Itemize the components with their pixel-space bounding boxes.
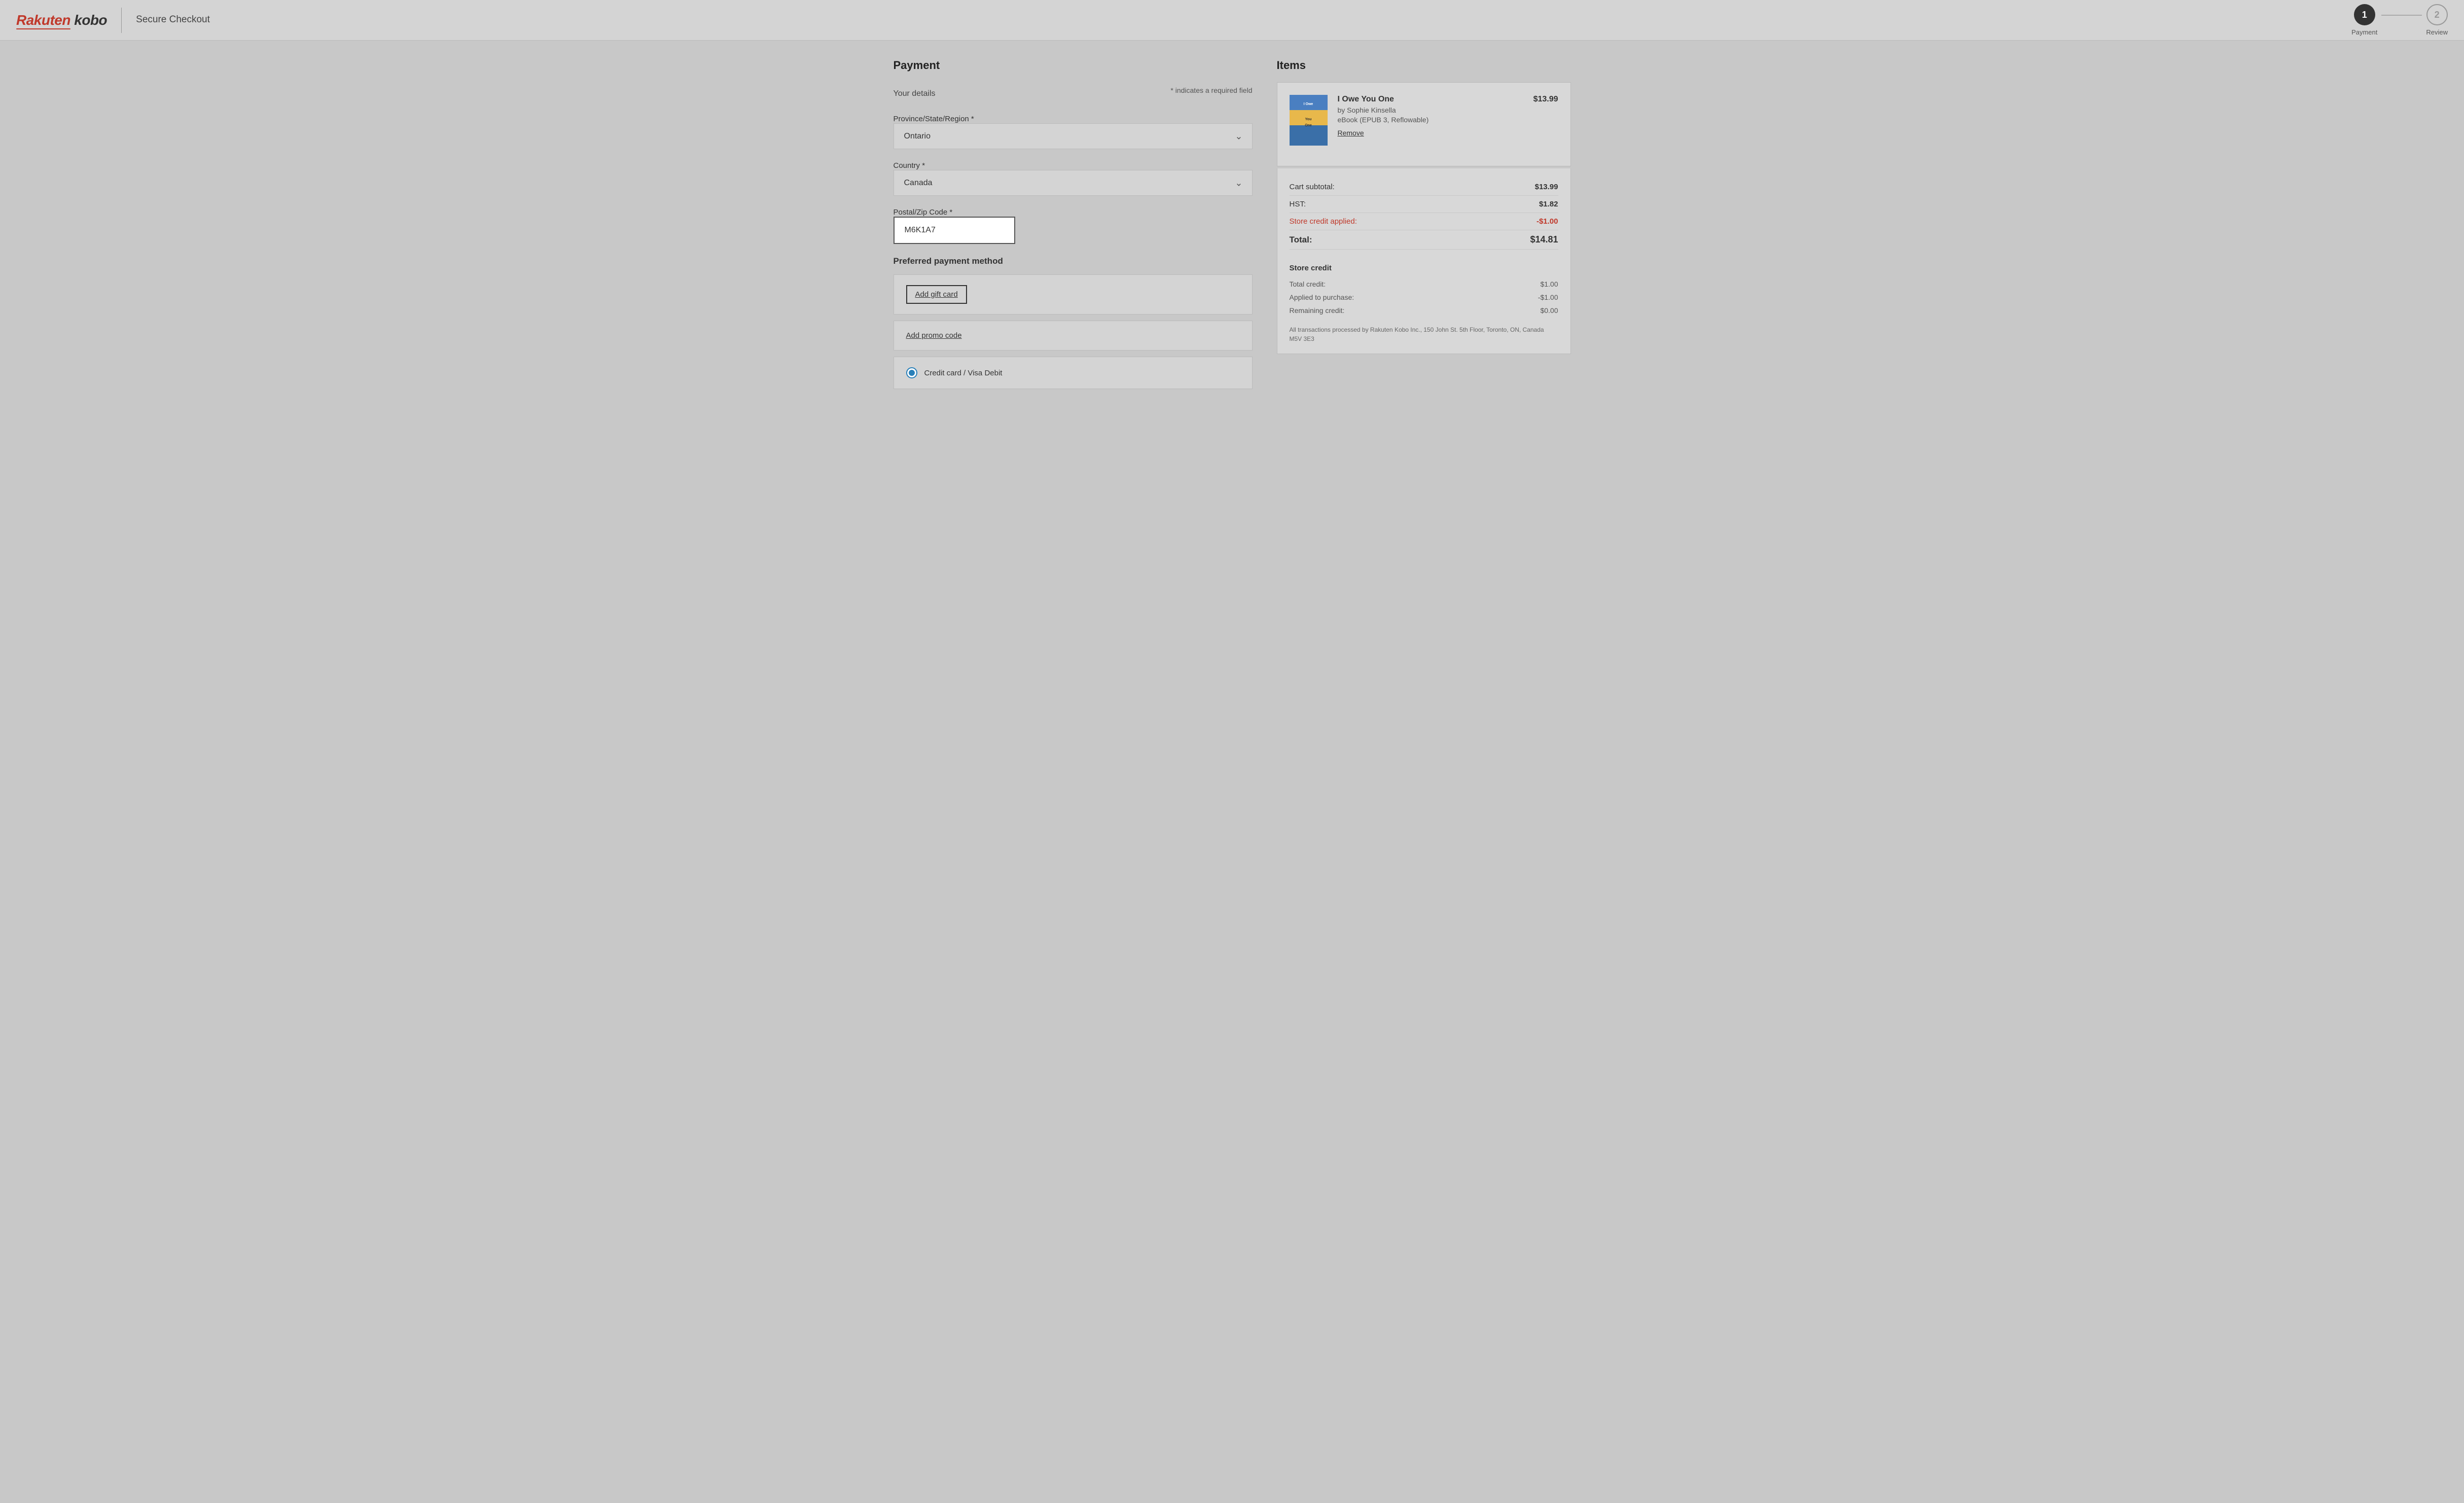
item-format: eBook (EPUB 3, Reflowable) [1338,116,1523,124]
total-credit-label: Total credit: [1290,280,1326,288]
country-select[interactable]: Canada United States United Kingdom [894,170,1252,195]
item-price: $13.99 [1533,95,1558,104]
your-details-row: Your details * indicates a required fiel… [894,86,1253,104]
postal-field-group: Postal/Zip Code * [894,208,1253,244]
hst-row: HST: $1.82 [1290,196,1558,213]
step-review: 2 Review [2426,4,2448,36]
items-panel: Items I Owe You One I Owe Y [1277,59,1571,395]
postal-input[interactable] [894,217,1015,244]
total-value: $14.81 [1530,234,1558,245]
store-credit-applied-label: Store credit applied: [1290,217,1357,226]
hst-value: $1.82 [1539,200,1558,208]
site-header: Rakuten kobo Secure Checkout 1 Payment 2… [0,0,2464,41]
promo-code-section: Add promo code [894,321,1253,351]
checkout-steps: 1 Payment 2 Review [2351,4,2448,36]
postal-label: Postal/Zip Code * [894,208,953,217]
total-credit-value: $1.00 [1540,280,1558,288]
item-row: I Owe You One I Owe You One by Sophie Ki… [1290,95,1558,146]
step-1-circle: 1 [2354,4,2375,25]
logo-rakuten: Rakuten [16,12,70,28]
book-cover-image: I Owe You One [1290,95,1328,146]
logo-kobo: kobo [74,12,107,28]
country-field-group: Country * Canada United States United Ki… [894,161,1253,196]
province-field-group: Province/State/Region * Ontario British … [894,115,1253,149]
svg-text:You: You [1305,118,1311,121]
cart-subtotal-label: Cart subtotal: [1290,183,1335,191]
transaction-note: All transactions processed by Rakuten Ko… [1290,325,1558,343]
svg-text:I Owe: I Owe [1303,102,1313,106]
totals-box: Cart subtotal: $13.99 HST: $1.82 Store c… [1277,168,1571,354]
payment-panel: Payment Your details * indicates a requi… [894,59,1277,395]
total-credit-row: Total credit: $1.00 [1290,277,1558,291]
hst-label: HST: [1290,200,1306,208]
item-title: I Owe You One [1338,95,1523,104]
cart-subtotal-row: Cart subtotal: $13.99 [1290,179,1558,196]
your-details-label: Your details [894,89,936,98]
credit-card-label: Credit card / Visa Debit [924,369,1003,377]
item-author: by Sophie Kinsella [1338,106,1523,114]
store-credit-applied-value: -$1.00 [1537,217,1558,226]
items-title: Items [1277,59,1571,72]
header-divider [121,8,122,33]
step-2-label: Review [2426,28,2448,36]
applied-value: -$1.00 [1538,293,1558,301]
remove-item-button[interactable]: Remove [1338,129,1364,137]
country-label: Country * [894,161,925,170]
store-credit-applied-row: Store credit applied: -$1.00 [1290,213,1558,230]
required-note: * indicates a required field [1170,86,1252,94]
applied-label: Applied to purchase: [1290,293,1354,301]
main-content: Payment Your details * indicates a requi… [877,41,1587,413]
item-details: I Owe You One by Sophie Kinsella eBook (… [1338,95,1523,137]
logo[interactable]: Rakuten kobo [16,12,107,28]
items-box: I Owe You One I Owe You One by Sophie Ki… [1277,82,1571,166]
radio-inner [909,370,915,376]
checkout-title: Secure Checkout [136,14,210,26]
add-promo-button[interactable]: Add promo code [906,331,962,340]
total-label: Total: [1290,235,1312,245]
remaining-label: Remaining credit: [1290,306,1345,314]
cart-subtotal-value: $13.99 [1535,183,1558,191]
province-label: Province/State/Region * [894,115,974,123]
svg-text:One: One [1305,124,1312,127]
step-2-circle: 2 [2426,4,2448,25]
credit-card-radio[interactable] [906,367,917,378]
store-credit-section: Store credit Total credit: $1.00 Applied… [1290,258,1558,317]
applied-to-purchase-row: Applied to purchase: -$1.00 [1290,291,1558,304]
remaining-credit-row: Remaining credit: $0.00 [1290,304,1558,317]
preferred-payment-label: Preferred payment method [894,256,1253,266]
gift-card-section: Add gift card [894,274,1253,314]
logo-text: Rakuten kobo [16,12,107,28]
country-select-wrapper[interactable]: Canada United States United Kingdom ⌄ [894,170,1253,196]
province-select-wrapper[interactable]: Ontario British Columbia Quebec Alberta … [894,123,1253,149]
step-1-label: Payment [2351,28,2377,36]
book-cover-svg: I Owe You One [1290,95,1328,146]
province-select[interactable]: Ontario British Columbia Quebec Alberta [894,124,1252,149]
credit-card-section[interactable]: Credit card / Visa Debit [894,357,1253,389]
store-credit-title: Store credit [1290,264,1558,272]
remaining-value: $0.00 [1540,306,1558,314]
step-connector [2381,15,2422,16]
grand-total-row: Total: $14.81 [1290,230,1558,250]
payment-title: Payment [894,59,1253,72]
step-payment: 1 Payment [2351,4,2377,36]
add-gift-card-button[interactable]: Add gift card [906,285,967,304]
